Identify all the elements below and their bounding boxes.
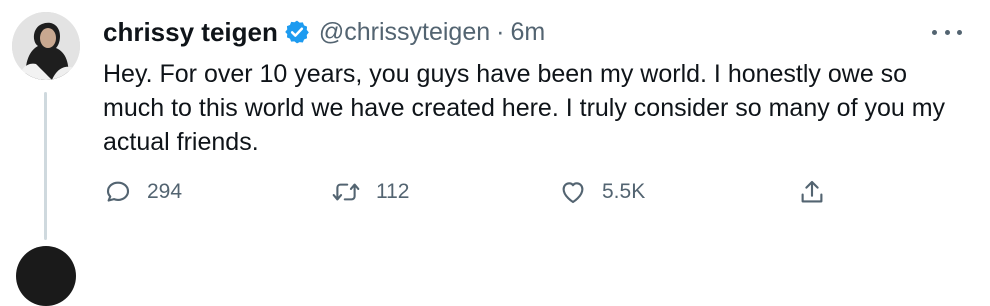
like-count: 5.5K xyxy=(602,180,646,203)
avatar-image xyxy=(12,12,80,80)
share-button[interactable] xyxy=(797,175,827,209)
more-icon[interactable] xyxy=(932,22,962,42)
more-dot xyxy=(944,29,950,35)
retweet-count: 112 xyxy=(376,180,410,203)
thread-line xyxy=(44,92,47,240)
author-name[interactable]: chrissy teigen xyxy=(103,17,278,48)
verified-badge-icon xyxy=(284,19,310,45)
retweet-icon xyxy=(330,177,362,207)
reply-count: 294 xyxy=(147,180,183,203)
reply-button[interactable]: 294 xyxy=(103,175,182,209)
author-handle[interactable]: @chrissyteigen xyxy=(319,18,490,47)
tweet-text: Hey. For over 10 years, you guys have be… xyxy=(103,60,946,156)
more-dot xyxy=(957,29,962,35)
timestamp[interactable]: 6m xyxy=(510,18,545,47)
avatar[interactable] xyxy=(12,12,80,80)
share-icon xyxy=(797,177,827,207)
reply-icon xyxy=(103,177,133,207)
tweet-header: chrissy teigen @chrissyteigen · 6m xyxy=(103,15,545,49)
next-tweet-avatar[interactable] xyxy=(16,246,76,306)
heart-icon xyxy=(558,177,588,207)
like-button[interactable]: 5.5K xyxy=(558,175,645,209)
more-dot xyxy=(932,29,937,35)
separator-dot: · xyxy=(496,17,505,46)
retweet-button[interactable]: 112 xyxy=(330,175,409,209)
